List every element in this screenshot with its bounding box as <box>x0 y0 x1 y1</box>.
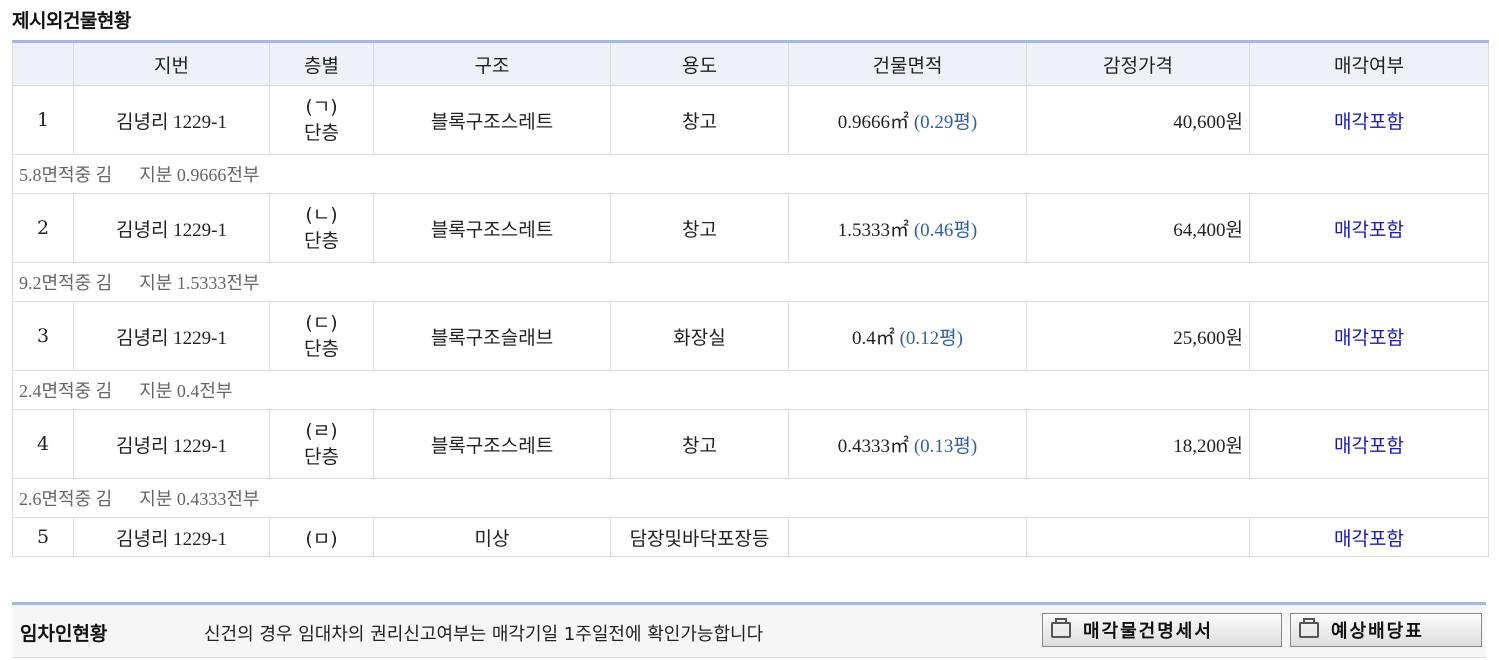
sale-specification-button[interactable]: 매각물건명세서 <box>1042 613 1282 647</box>
lot-number: 김녕리 1229-1 <box>73 85 270 155</box>
appraisal-price <box>1026 517 1250 557</box>
share-note-row: 2.4면적중 김 지분 0.4전부 <box>12 370 1489 410</box>
lot-number: 김녕리 1229-1 <box>73 301 270 371</box>
header-row: 지번 층별 구조 용도 건물면적 감정가격 매각여부 <box>12 41 1489 86</box>
lot-number: 김녕리 1229-1 <box>73 193 270 263</box>
row-number: 4 <box>12 409 74 479</box>
structure: 미상 <box>373 517 611 557</box>
share-note: 5.8면적중 김 지분 0.9666전부 <box>12 154 1489 194</box>
building-table: 지번 층별 구조 용도 건물면적 감정가격 매각여부 1 김녕리 1229-1 … <box>12 40 1489 557</box>
sale-status: 매각포함 <box>1249 85 1489 155</box>
share-note-row: 2.6면적중 김 지분 0.4333전부 <box>12 478 1489 518</box>
share-note: 2.6면적중 김 지분 0.4333전부 <box>12 478 1489 518</box>
floor-mark: (ㄷ) <box>305 312 338 334</box>
structure: 블록구조스레트 <box>373 193 611 263</box>
appraisal-price: 25,600원 <box>1026 301 1250 371</box>
table-row: 2 김녕리 1229-1 (ㄴ) 단층 블록구조스레트 창고 1.5333㎡ (… <box>12 193 1489 263</box>
area-cell: 0.4333㎡ (0.13평) <box>788 409 1027 479</box>
appraisal-price: 18,200원 <box>1026 409 1250 479</box>
sale-status: 매각포함 <box>1249 409 1489 479</box>
document-icon <box>1299 618 1319 638</box>
area-pyeong: (0.12평) <box>899 327 963 349</box>
header-price: 감정가격 <box>1026 41 1250 86</box>
floor-type: 단층 <box>304 446 339 468</box>
table-row: 4 김녕리 1229-1 (ㄹ) 단층 블록구조스레트 창고 0.4333㎡ (… <box>12 409 1489 479</box>
area-pyeong: (0.29평) <box>913 111 978 133</box>
floor-cell: (ㄷ) 단층 <box>269 301 374 371</box>
usage: 창고 <box>610 85 789 155</box>
floor-mark: (ㄴ) <box>305 204 338 226</box>
row-number: 5 <box>12 517 74 557</box>
header-no <box>12 41 74 86</box>
floor-type: 단층 <box>304 122 339 144</box>
usage: 화장실 <box>610 301 789 371</box>
share-note-row: 9.2면적중 김 지분 1.5333전부 <box>12 262 1489 302</box>
table-row: 3 김녕리 1229-1 (ㄷ) 단층 블록구조슬래브 화장실 0.4㎡ (0.… <box>12 301 1489 371</box>
header-area: 건물면적 <box>788 41 1027 86</box>
structure: 블록구조스레트 <box>373 409 611 479</box>
usage: 창고 <box>610 193 789 263</box>
header-structure: 구조 <box>373 41 611 86</box>
lot-number: 김녕리 1229-1 <box>73 517 270 557</box>
table-row: 5 김녕리 1229-1 (ㅁ) 미상 담장및바닥포장등 매각포함 <box>12 517 1489 557</box>
area-cell: 1.5333㎡ (0.46평) <box>788 193 1027 263</box>
floor-mark: (ㄱ) <box>305 96 338 118</box>
floor-cell: (ㄹ) 단층 <box>269 409 374 479</box>
lot-number: 김녕리 1229-1 <box>73 409 270 479</box>
appraisal-price: 40,600원 <box>1026 85 1250 155</box>
floor-cell: (ㄱ) 단층 <box>269 85 374 155</box>
row-number: 1 <box>12 85 74 155</box>
area-value: 0.9666㎡ <box>837 111 910 133</box>
floor-mark: (ㄹ) <box>305 420 338 442</box>
sale-status: 매각포함 <box>1249 301 1489 371</box>
floor-mark: (ㅁ) <box>269 517 374 557</box>
tenant-message: 신건의 경우 임대차의 권리신고여부는 매각기일 1주일전에 확인가능합니다 <box>204 624 764 645</box>
header-usage: 용도 <box>610 41 789 86</box>
usage: 담장및바닥포장등 <box>610 517 789 557</box>
area-value: 1.5333㎡ <box>837 219 910 241</box>
sale-specification-label: 매각물건명세서 <box>1083 621 1213 642</box>
share-note-row: 5.8면적중 김 지분 0.9666전부 <box>12 154 1489 194</box>
area-pyeong: (0.13평) <box>913 435 978 457</box>
floor-type: 단층 <box>304 230 339 252</box>
table-row: 1 김녕리 1229-1 (ㄱ) 단층 블록구조스레트 창고 0.9666㎡ (… <box>12 85 1489 155</box>
area-cell <box>788 517 1027 557</box>
area-cell: 0.4㎡ (0.12평) <box>788 301 1027 371</box>
area-value: 0.4㎡ <box>852 327 895 349</box>
expected-dividend-button[interactable]: 예상배당표 <box>1290 613 1482 647</box>
expected-dividend-label: 예상배당표 <box>1331 621 1424 642</box>
header-lot: 지번 <box>73 41 270 86</box>
structure: 블록구조스레트 <box>373 85 611 155</box>
tenant-section: 임차인현황 신건의 경우 임대차의 권리신고여부는 매각기일 1주일전에 확인가… <box>12 602 1486 658</box>
floor-cell: (ㄴ) 단층 <box>269 193 374 263</box>
area-pyeong: (0.46평) <box>913 219 978 241</box>
usage: 창고 <box>610 409 789 479</box>
document-icon <box>1051 618 1071 638</box>
area-cell: 0.9666㎡ (0.29평) <box>788 85 1027 155</box>
area-value: 0.4333㎡ <box>837 435 910 457</box>
sale-status: 매각포함 <box>1249 193 1489 263</box>
sale-status: 매각포함 <box>1249 517 1489 557</box>
appraisal-price: 64,400원 <box>1026 193 1250 263</box>
floor-type: 단층 <box>304 338 339 360</box>
header-sale: 매각여부 <box>1249 41 1489 86</box>
share-note: 9.2면적중 김 지분 1.5333전부 <box>12 262 1489 302</box>
header-floor: 층별 <box>269 41 374 86</box>
tenant-title: 임차인현황 <box>20 623 108 645</box>
structure: 블록구조슬래브 <box>373 301 611 371</box>
row-number: 3 <box>12 301 74 371</box>
section-title: 제시외건물현황 <box>12 10 131 32</box>
row-number: 2 <box>12 193 74 263</box>
share-note: 2.4면적중 김 지분 0.4전부 <box>12 370 1489 410</box>
